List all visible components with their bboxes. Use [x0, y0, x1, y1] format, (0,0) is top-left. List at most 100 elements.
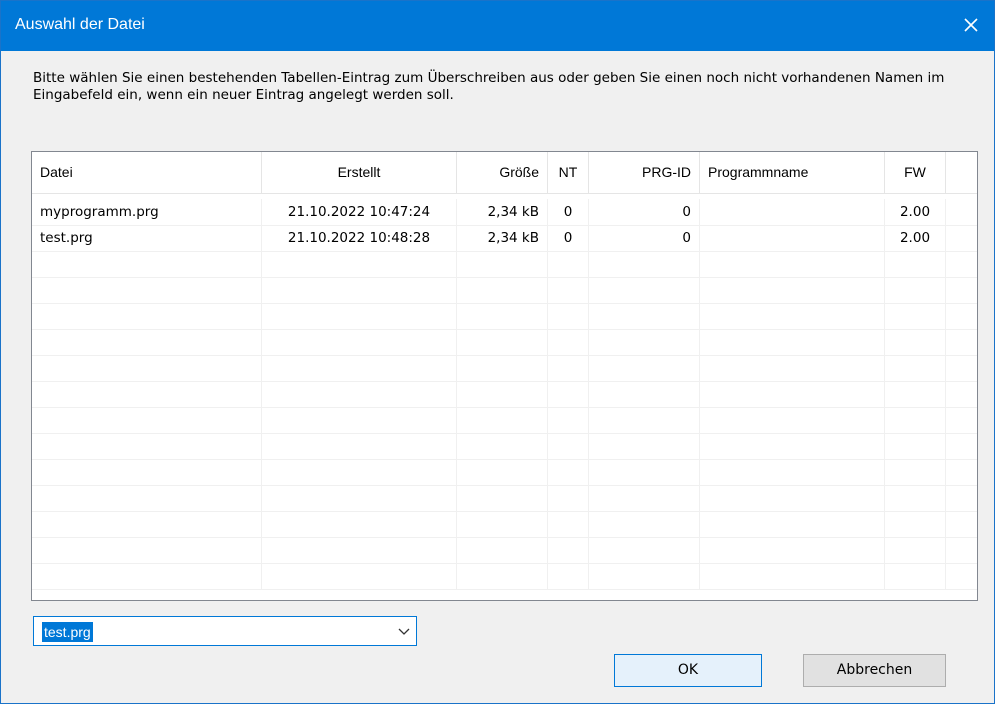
cancel-button[interactable]: Abbrechen [803, 654, 946, 687]
table-row-empty [32, 433, 977, 460]
cell-empty [457, 251, 548, 277]
cell-filler [946, 225, 977, 251]
column-header-erstellt[interactable]: Erstellt [262, 152, 457, 193]
cell-empty [885, 355, 946, 381]
cell-empty [32, 511, 262, 537]
cell-empty [548, 563, 589, 589]
table-row-empty [32, 563, 977, 590]
column-header-groesse[interactable]: Größe [457, 152, 548, 193]
cell-empty [457, 485, 548, 511]
cell-empty [548, 355, 589, 381]
column-header-programmname[interactable]: Programmname [700, 152, 885, 193]
cell-empty [32, 277, 262, 303]
column-header-datei[interactable]: Datei [32, 152, 262, 193]
cell-empty [262, 433, 457, 459]
cell-empty [589, 511, 700, 537]
cell-empty [457, 277, 548, 303]
title-bar[interactable]: Auswahl der Datei [1, 1, 994, 51]
cell-empty [885, 407, 946, 433]
table-row-empty [32, 459, 977, 486]
cell-empty [262, 459, 457, 485]
cell-datei: test.prg [32, 225, 262, 251]
cell-empty [548, 303, 589, 329]
cell-empty [32, 329, 262, 355]
cell-empty [700, 485, 885, 511]
file-table[interactable]: Datei Erstellt Größe NT PRG-ID Programmn… [31, 151, 978, 601]
cell-empty [946, 485, 977, 511]
table-row-empty [32, 303, 977, 330]
cell-empty [885, 537, 946, 563]
cell-empty [885, 329, 946, 355]
filename-input[interactable]: test.prg [42, 622, 93, 642]
cell-empty [946, 251, 977, 277]
cell-empty [946, 407, 977, 433]
cell-empty [700, 433, 885, 459]
cell-empty [457, 537, 548, 563]
cell-empty [262, 251, 457, 277]
table-row[interactable]: myprogramm.prg 21.10.2022 10:47:24 2,34 … [32, 199, 977, 226]
cell-empty [885, 511, 946, 537]
column-header-prg-id[interactable]: PRG-ID [589, 152, 700, 193]
table-row-empty [32, 511, 977, 538]
cell-empty [700, 277, 885, 303]
cell-empty [700, 407, 885, 433]
cell-empty [946, 381, 977, 407]
cell-empty [262, 381, 457, 407]
cell-empty [946, 459, 977, 485]
cell-empty [457, 459, 548, 485]
cell-erstellt: 21.10.2022 10:47:24 [262, 199, 457, 225]
cell-empty [32, 537, 262, 563]
close-icon [964, 18, 978, 32]
cell-empty [32, 407, 262, 433]
column-header-nt[interactable]: NT [548, 152, 589, 193]
table-row-empty [32, 381, 977, 408]
cell-nt: 0 [548, 199, 589, 225]
table-row-empty [32, 407, 977, 434]
cell-empty [700, 355, 885, 381]
cell-empty [946, 563, 977, 589]
cell-fw: 2.00 [885, 225, 946, 251]
cell-empty [548, 459, 589, 485]
file-selection-dialog: Auswahl der Datei Bitte wählen Sie einen… [0, 0, 995, 704]
cell-empty [700, 329, 885, 355]
cell-empty [457, 563, 548, 589]
cell-empty [589, 329, 700, 355]
cell-empty [262, 537, 457, 563]
cell-empty [262, 277, 457, 303]
cell-empty [589, 251, 700, 277]
close-button[interactable] [948, 1, 994, 51]
cell-empty [457, 329, 548, 355]
cell-empty [589, 459, 700, 485]
cell-empty [548, 433, 589, 459]
cell-empty [885, 563, 946, 589]
chevron-down-icon[interactable] [398, 626, 410, 636]
cell-empty [548, 277, 589, 303]
cell-empty [885, 485, 946, 511]
table-row-empty [32, 329, 977, 356]
cell-empty [700, 563, 885, 589]
cell-empty [885, 433, 946, 459]
cell-groesse: 2,34 kB [457, 225, 548, 251]
cell-empty [700, 251, 885, 277]
cell-empty [700, 459, 885, 485]
window-title: Auswahl der Datei [15, 16, 145, 33]
cell-nt: 0 [548, 225, 589, 251]
cell-empty [700, 537, 885, 563]
ok-button[interactable]: OK [614, 654, 762, 687]
cell-empty [457, 355, 548, 381]
cell-empty [548, 381, 589, 407]
column-header-filler [946, 152, 977, 193]
cell-empty [32, 563, 262, 589]
cell-empty [885, 303, 946, 329]
column-header-fw[interactable]: FW [885, 152, 946, 193]
cell-empty [589, 485, 700, 511]
cell-empty [548, 511, 589, 537]
cell-empty [262, 511, 457, 537]
cell-empty [32, 355, 262, 381]
table-row[interactable]: test.prg 21.10.2022 10:48:28 2,34 kB 0 0… [32, 225, 977, 252]
cell-prg-id: 0 [589, 199, 700, 225]
cell-prg-id: 0 [589, 225, 700, 251]
filename-combobox[interactable]: test.prg [33, 616, 417, 646]
cell-empty [262, 303, 457, 329]
cell-empty [946, 277, 977, 303]
